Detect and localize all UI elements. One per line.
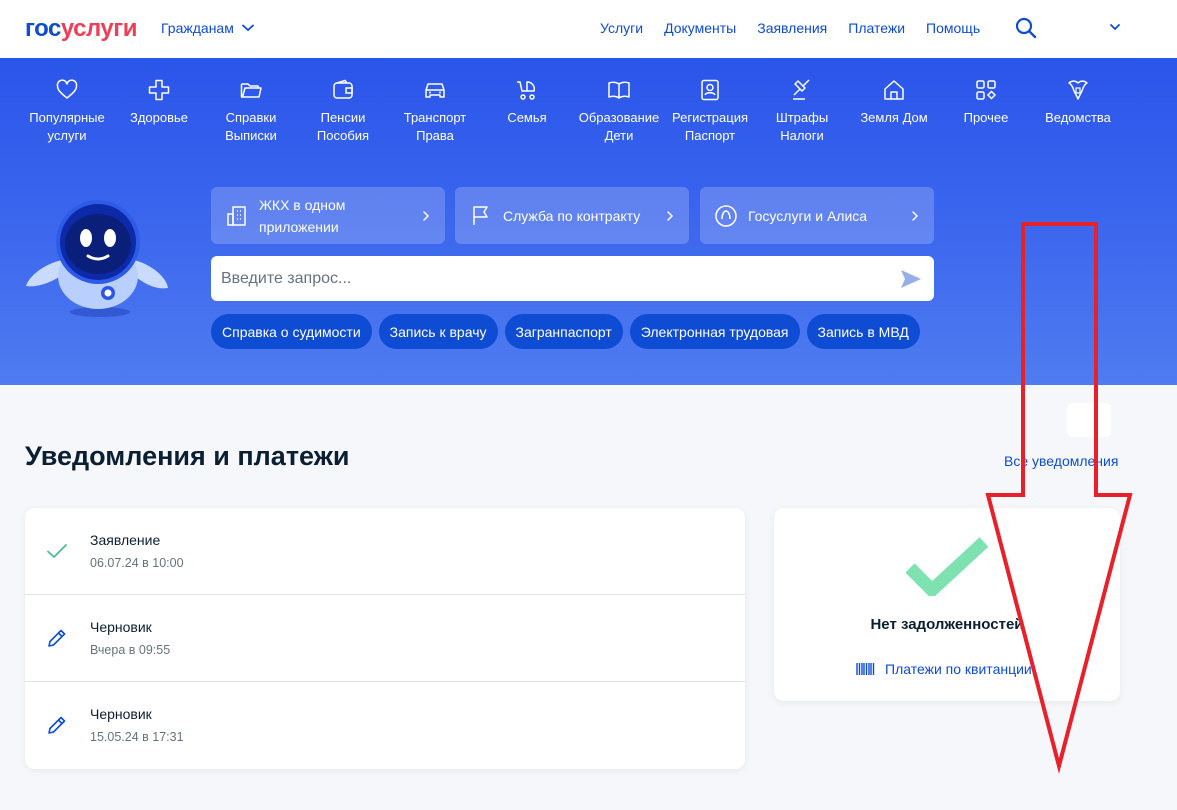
chip-mvd-appointment[interactable]: Запись в МВД xyxy=(806,314,920,349)
notifications-card: Заявление 06.07.24 в 10:00 Черновик Вчер… xyxy=(25,508,745,769)
heart-icon xyxy=(56,79,78,99)
gosuslugi-logo[interactable]: госуслуги xyxy=(25,15,138,43)
chevron-right-icon xyxy=(912,210,919,221)
receipt-payments-link[interactable]: Платежи по квитанции xyxy=(856,661,1032,677)
big-check-icon xyxy=(906,537,988,596)
notification-date: 15.05.24 в 17:31 xyxy=(90,730,184,744)
category-family[interactable]: Семья xyxy=(481,78,573,127)
stroller-icon xyxy=(517,81,536,100)
category-label: Ведомства xyxy=(1045,110,1111,125)
nav-payments[interactable]: Платежи xyxy=(848,20,905,36)
category-agencies[interactable]: Ведомства xyxy=(1032,78,1124,127)
search-input[interactable] xyxy=(221,256,891,301)
notification-date: 06.07.24 в 10:00 xyxy=(90,556,184,570)
pencil-icon xyxy=(48,629,66,647)
popular-requests: Справка о судимости Запись к врачу Загра… xyxy=(211,314,920,349)
folder-icon xyxy=(240,83,262,98)
grid-icon xyxy=(976,80,997,100)
wallet-icon xyxy=(333,79,353,99)
category-label: Популярные услуги xyxy=(29,110,105,143)
search-icon[interactable] xyxy=(1015,17,1037,39)
audience-selector[interactable]: Гражданам xyxy=(161,20,254,36)
house-icon xyxy=(884,80,904,100)
quick-link-housing[interactable]: ЖКХ в одном приложении xyxy=(211,187,445,244)
category-label: Транспорт Права xyxy=(403,110,467,143)
notification-item[interactable]: Черновик 15.05.24 в 17:31 xyxy=(25,681,745,768)
category-label: Пенсии Пособия xyxy=(316,110,370,143)
category-fines[interactable]: Штрафы Налоги xyxy=(756,78,848,145)
hero-section: Популярные услуги Здоровье Справки Выпис… xyxy=(0,58,1177,385)
check-icon xyxy=(47,544,67,558)
category-label: Справки Выписки xyxy=(225,110,277,143)
category-label: Штрафы Налоги xyxy=(775,110,829,143)
book-icon xyxy=(608,81,630,99)
nav-services[interactable]: Услуги xyxy=(600,20,643,36)
chevron-right-icon xyxy=(423,210,430,221)
car-icon xyxy=(425,83,445,98)
site-header: госуслуги Гражданам Услуги Документы Зая… xyxy=(0,0,1177,58)
category-label: Здоровье xyxy=(129,110,189,125)
nav-applications[interactable]: Заявления xyxy=(757,20,827,36)
category-label: Прочее xyxy=(963,110,1009,125)
category-label: Земля Дом xyxy=(860,110,928,125)
category-label: Образование Дети xyxy=(578,110,660,143)
quick-link-label: ЖКХ в одном приложении xyxy=(259,196,346,235)
category-health[interactable]: Здоровье xyxy=(113,78,205,127)
category-pensions[interactable]: Пенсии Пособия xyxy=(297,78,389,145)
barcode-icon xyxy=(856,663,875,675)
search-bar xyxy=(211,256,934,301)
gavel-icon xyxy=(793,79,810,100)
ghost-button xyxy=(1067,403,1111,437)
category-land-house[interactable]: Земля Дом xyxy=(848,78,940,127)
alice-icon xyxy=(715,204,737,227)
nav-documents[interactable]: Документы xyxy=(664,20,736,36)
all-notifications-link[interactable]: Все уведомления xyxy=(1004,453,1118,469)
medical-cross-icon xyxy=(148,79,170,101)
notification-title: Черновик xyxy=(90,706,152,722)
category-registration[interactable]: Регистрация Паспорт xyxy=(664,78,756,145)
category-popular[interactable]: Популярные услуги xyxy=(21,78,113,145)
category-label: Регистрация Паспорт xyxy=(672,110,748,143)
chip-foreign-passport[interactable]: Загранпаспорт xyxy=(504,314,623,349)
building-icon xyxy=(227,205,246,226)
chip-electronic-workbook[interactable]: Электронная трудовая xyxy=(629,314,800,349)
notification-item[interactable]: Черновик Вчера в 09:55 xyxy=(25,594,745,681)
notification-title: Черновик xyxy=(90,619,152,635)
profile-chevron-down-icon[interactable] xyxy=(1108,20,1122,34)
debts-card: Нет задолженностей Платежи по квитанции xyxy=(774,508,1120,701)
quick-link-alice[interactable]: Госуслуги и Алиса xyxy=(700,187,934,244)
debts-status-title: Нет задолженностей xyxy=(870,616,1024,633)
category-transport[interactable]: Транспорт Права xyxy=(389,78,481,145)
chip-doctor-appointment[interactable]: Запись к врачу xyxy=(378,314,498,349)
category-education[interactable]: Образование Дети xyxy=(573,78,665,145)
audience-label: Гражданам xyxy=(161,20,234,36)
flag-icon xyxy=(473,205,488,225)
category-other[interactable]: Прочее xyxy=(940,78,1032,127)
top-navigation: Услуги Документы Заявления Платежи Помощ… xyxy=(600,20,980,36)
robot-mascot xyxy=(26,200,168,317)
receipt-payments-label: Платежи по квитанции xyxy=(885,661,1032,677)
chip-criminal-record[interactable]: Справка о судимости xyxy=(211,314,372,349)
notification-item[interactable]: Заявление 06.07.24 в 10:00 xyxy=(25,508,745,595)
nav-help[interactable]: Помощь xyxy=(926,20,980,36)
category-bar: Популярные услуги Здоровье Справки Выпис… xyxy=(0,78,1177,148)
passport-icon xyxy=(701,79,719,101)
emblem-icon xyxy=(1068,80,1088,100)
section-title: Уведомления и платежи xyxy=(25,441,350,471)
notification-title: Заявление xyxy=(90,532,161,548)
quick-link-label: Служба по контракту xyxy=(503,207,641,224)
quick-link-contract-service[interactable]: Служба по контракту xyxy=(455,187,689,244)
chevron-down-icon xyxy=(241,24,254,32)
notification-date: Вчера в 09:55 xyxy=(90,643,171,657)
logo-part-uslugi: услуги xyxy=(60,15,138,42)
quick-link-label: Госуслуги и Алиса xyxy=(748,207,868,224)
logo-part-gos: гос xyxy=(25,15,61,42)
category-certificates[interactable]: Справки Выписки xyxy=(205,78,297,145)
send-icon[interactable] xyxy=(899,267,923,291)
chevron-right-icon xyxy=(667,210,674,221)
category-label: Семья xyxy=(507,110,547,125)
pencil-icon xyxy=(48,716,66,734)
